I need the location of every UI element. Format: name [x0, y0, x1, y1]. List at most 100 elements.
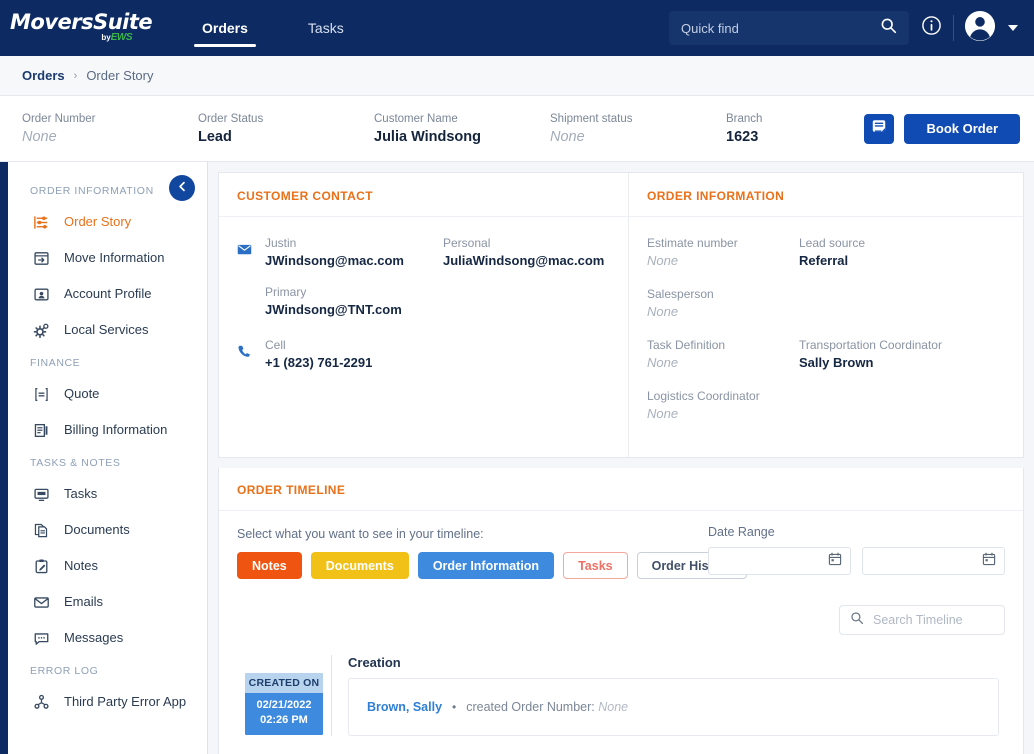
- sidebar-label-messages: Messages: [64, 630, 123, 646]
- main-nav-tabs: Orders Tasks: [172, 0, 374, 56]
- nav-tab-orders-label: Orders: [202, 20, 248, 36]
- sidebar-item-documents[interactable]: Documents: [8, 512, 207, 548]
- value-lead-source: Referral: [799, 252, 951, 270]
- header-value-order-number: None: [22, 127, 198, 147]
- date-range-to-input[interactable]: [862, 547, 1005, 575]
- customer-contact-email-columns: Justin JWindsong@mac.com Primary JWindso…: [265, 235, 621, 333]
- timeline-entry-date-column: CREATED ON 02/21/2022 02:26 PM: [237, 655, 325, 736]
- header-field-customer-name: Customer Name Julia Windsong: [374, 111, 550, 147]
- envelope-icon: [237, 235, 253, 262]
- info-panels-row: CUSTOMER CONTACT: [218, 172, 1024, 458]
- sidebar-group-error-log: ERROR LOG: [8, 656, 207, 684]
- field-lead-source: Lead source Referral: [799, 235, 951, 270]
- label-logistics-coordinator: Logistics Coordinator: [647, 388, 799, 405]
- filter-chip-notes[interactable]: Notes: [237, 552, 302, 579]
- quick-find-input[interactable]: [681, 21, 880, 36]
- breadcrumb-orders-link[interactable]: Orders: [22, 68, 65, 83]
- order-summary-header: Order Number None Order Status Lead Cust…: [0, 96, 1034, 162]
- sliders-icon: [32, 213, 50, 231]
- date-range-from-input[interactable]: [708, 547, 851, 575]
- sidebar-item-billing-information[interactable]: Billing Information: [8, 412, 207, 448]
- email-value-primary[interactable]: JWindsong@TNT.com: [265, 301, 443, 319]
- order-information-title: ORDER INFORMATION: [629, 173, 1023, 217]
- sidebar-label-local-services: Local Services: [64, 322, 149, 338]
- phone-value-cell[interactable]: +1 (823) 761-2291: [265, 354, 443, 372]
- sidebar-item-notes[interactable]: Notes: [8, 548, 207, 584]
- nav-tab-tasks[interactable]: Tasks: [278, 0, 374, 56]
- user-menu-button[interactable]: [954, 10, 1024, 47]
- sidebar-label-billing-information: Billing Information: [64, 422, 167, 438]
- account-card-icon: [32, 285, 50, 303]
- add-note-button[interactable]: [864, 114, 894, 144]
- search-icon: [880, 17, 897, 39]
- timeline-entry-author[interactable]: Brown, Sally: [367, 700, 442, 714]
- sidebar-item-messages[interactable]: Messages: [8, 620, 207, 656]
- sidebar-item-order-story[interactable]: Order Story: [8, 204, 207, 240]
- filter-chip-tasks[interactable]: Tasks: [563, 552, 628, 579]
- order-timeline-panel: ORDER TIMELINE Select what you want to s…: [218, 468, 1024, 754]
- search-timeline-input[interactable]: [873, 613, 1034, 627]
- sidebar-label-tasks: Tasks: [64, 486, 97, 502]
- customer-contact-email-col-left: Justin JWindsong@mac.com Primary JWindso…: [265, 235, 443, 333]
- customer-contact-body: Justin JWindsong@mac.com Primary JWindso…: [219, 217, 628, 394]
- order-information-body: Estimate number None Lead source Referra…: [629, 217, 1023, 457]
- header-label-order-status: Order Status: [198, 111, 374, 127]
- app-logo[interactable]: MoversSuite byEWS: [10, 8, 140, 48]
- filter-chip-order-information[interactable]: Order Information: [418, 552, 554, 579]
- nodes-network-icon: [32, 693, 50, 711]
- timeline-entry-card[interactable]: Brown, Sally • created Order Number: Non…: [348, 678, 999, 736]
- chevron-left-icon: [177, 179, 188, 197]
- header-value-shipment-status: None: [550, 127, 726, 147]
- timeline-vertical-axis: [331, 655, 332, 736]
- email-value-justin[interactable]: JWindsong@mac.com: [265, 252, 443, 270]
- email-value-personal[interactable]: JuliaWindsong@mac.com: [443, 252, 621, 270]
- field-salesperson: Salesperson None: [647, 286, 799, 321]
- info-circle-icon: [921, 15, 942, 41]
- gear-icon: [32, 321, 50, 339]
- main-content: CUSTOMER CONTACT: [208, 162, 1034, 754]
- timeline-entry-action: created Order Number:: [466, 700, 595, 714]
- sidebar-navigation: ORDER INFORMATION Order Story: [8, 162, 208, 754]
- customer-contact-phone-row: Cell +1 (823) 761-2291: [237, 337, 610, 372]
- timeline-entry: CREATED ON 02/21/2022 02:26 PM Creation: [237, 655, 1005, 754]
- search-icon: [850, 611, 864, 630]
- sidebar-item-tasks[interactable]: Tasks: [8, 476, 207, 512]
- sidebar-item-quote[interactable]: Quote: [8, 376, 207, 412]
- email-entry-primary: Primary JWindsong@TNT.com: [265, 284, 443, 319]
- sidebar-item-emails[interactable]: Emails: [8, 584, 207, 620]
- logo-by-label: by: [101, 33, 110, 42]
- quick-find-search[interactable]: [669, 11, 909, 45]
- email-entry-personal: Personal JuliaWindsong@mac.com: [443, 235, 621, 270]
- breadcrumb: Orders › Order Story: [0, 56, 1034, 96]
- sidebar-item-account-profile[interactable]: Account Profile: [8, 276, 207, 312]
- search-timeline-wrapper: [237, 605, 1005, 635]
- user-avatar-icon: [964, 10, 996, 47]
- sidebar-item-local-services[interactable]: Local Services: [8, 312, 207, 348]
- envelope-icon: [32, 593, 50, 611]
- sidebar-group-finance: FINANCE: [8, 348, 207, 376]
- header-field-order-number: Order Number None: [22, 111, 198, 147]
- email-label-personal: Personal: [443, 235, 621, 252]
- sidebar-item-move-information[interactable]: Move Information: [8, 240, 207, 276]
- timeline-time-value: 02:26 PM: [245, 713, 323, 728]
- sidebar-collapse-button[interactable]: [169, 175, 195, 201]
- nav-tab-orders[interactable]: Orders: [172, 0, 278, 56]
- header-actions: Book Order: [864, 114, 1020, 144]
- label-lead-source: Lead source: [799, 235, 951, 252]
- info-button[interactable]: [909, 0, 953, 56]
- field-empty-spacer: [799, 286, 951, 321]
- header-label-shipment-status: Shipment status: [550, 111, 726, 127]
- quote-doc-icon: [32, 385, 50, 403]
- order-timeline-title: ORDER TIMELINE: [219, 468, 1023, 511]
- sidebar-item-third-party-error-app[interactable]: Third Party Error App: [8, 684, 207, 720]
- filter-chip-documents[interactable]: Documents: [311, 552, 409, 579]
- value-logistics-coordinator: None: [647, 405, 799, 423]
- sidebar-label-emails: Emails: [64, 594, 103, 610]
- breadcrumb-current-page: Order Story: [86, 68, 153, 83]
- top-navigation-bar: MoversSuite byEWS Orders Tasks: [0, 0, 1034, 56]
- label-task-definition: Task Definition: [647, 337, 799, 354]
- field-task-definition: Task Definition None: [647, 337, 799, 372]
- search-timeline-field[interactable]: [839, 605, 1005, 635]
- customer-contact-phone-columns: Cell +1 (823) 761-2291: [265, 337, 610, 372]
- book-order-button[interactable]: Book Order: [904, 114, 1020, 144]
